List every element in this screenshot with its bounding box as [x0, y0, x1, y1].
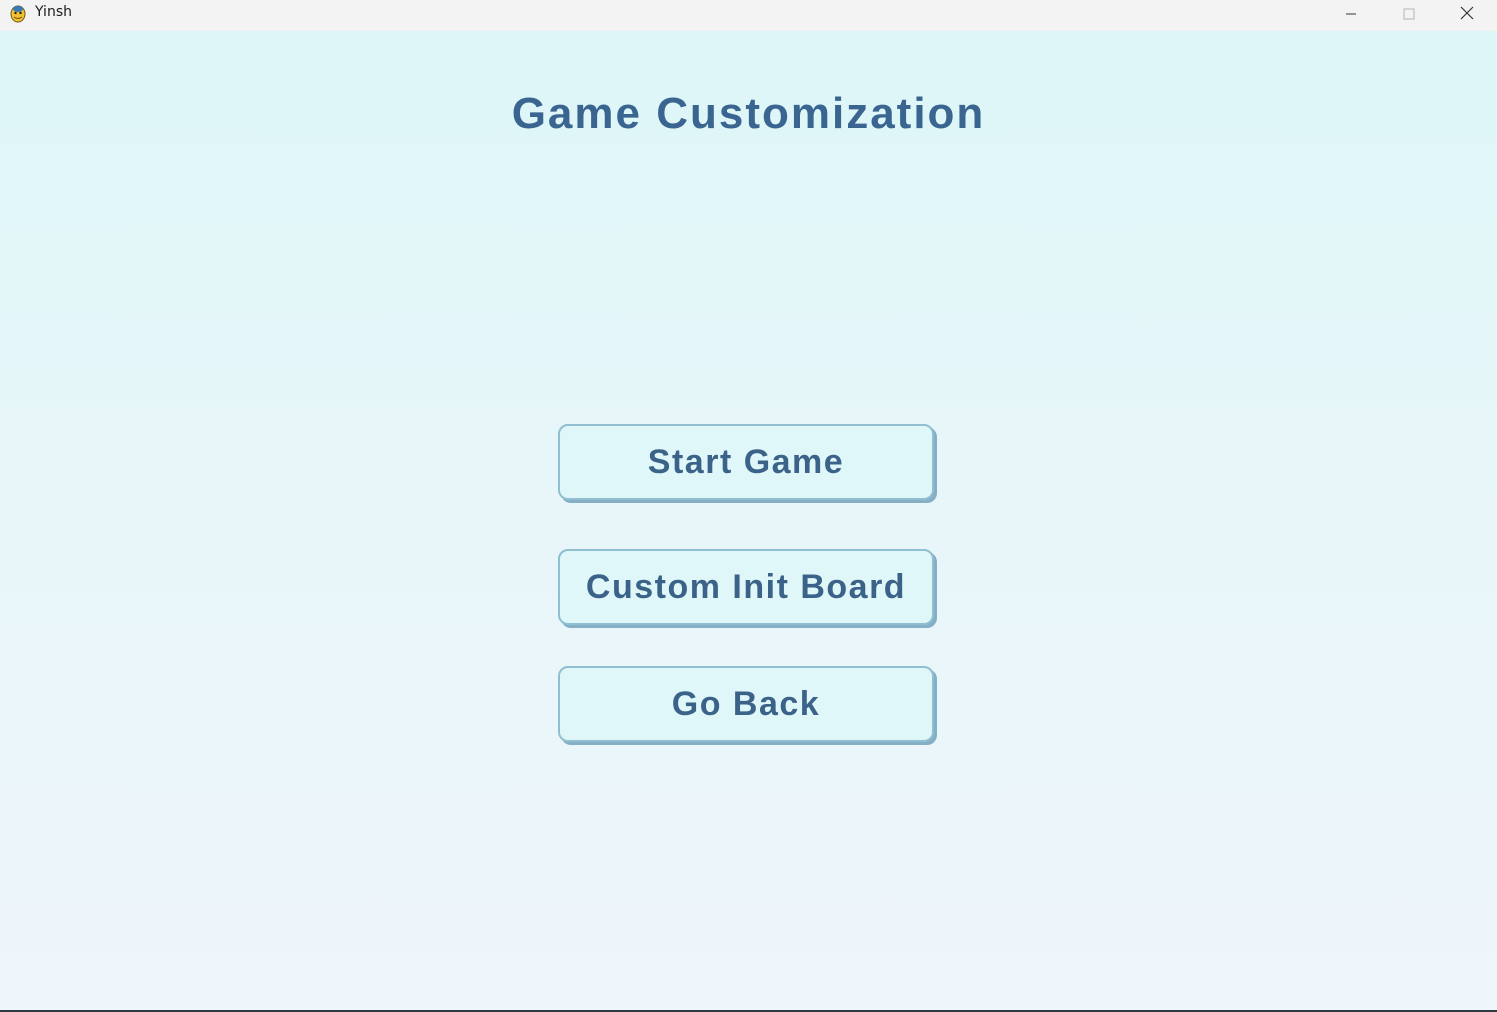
app-icon [9, 3, 27, 23]
close-button[interactable] [1444, 0, 1490, 31]
start-game-button[interactable]: Start Game [558, 424, 934, 500]
close-icon [1460, 6, 1474, 25]
page-title: Game Customization [511, 89, 986, 138]
maximize-icon [1403, 7, 1415, 25]
window-title: Yinsh [35, 4, 72, 20]
minimize-button[interactable] [1328, 0, 1374, 31]
go-back-button[interactable]: Go Back [558, 666, 934, 742]
minimize-icon [1345, 7, 1357, 25]
maximize-button[interactable] [1386, 0, 1432, 31]
app-window: Yinsh Game Customization Start Game Cust… [0, 0, 1497, 1012]
custom-init-board-button[interactable]: Custom Init Board [558, 549, 934, 625]
title-bar[interactable]: Yinsh [0, 0, 1497, 31]
game-canvas: Game Customization Start Game Custom Ini… [0, 31, 1497, 1010]
